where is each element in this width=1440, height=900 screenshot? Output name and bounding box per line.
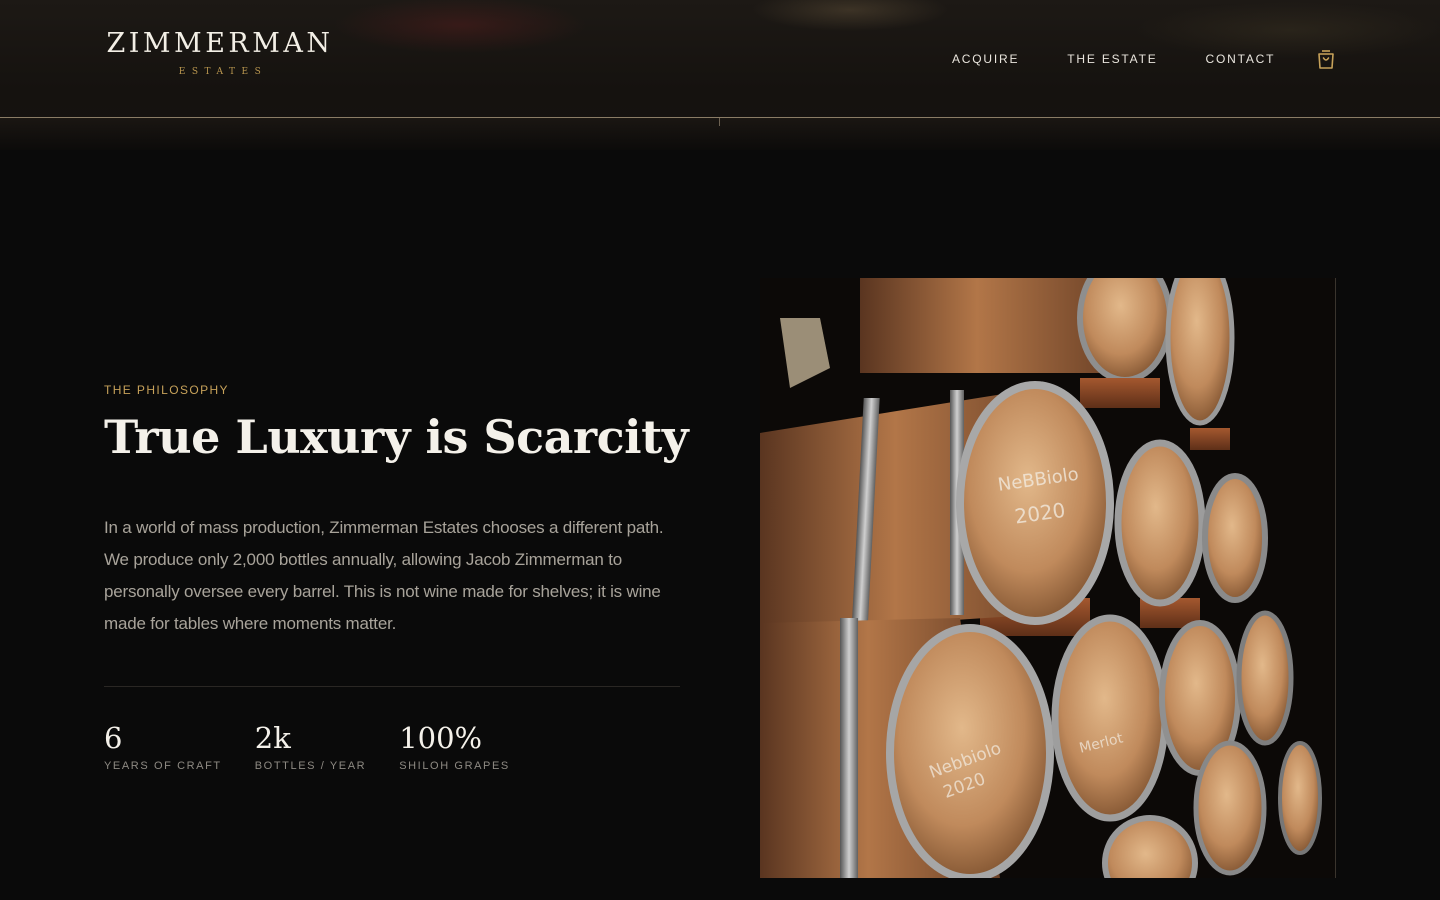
section-divider xyxy=(104,686,680,687)
stats-row: 6 YEARS OF CRAFT 2k BOTTLES / YEAR 100% … xyxy=(104,718,543,772)
stat-years: 6 YEARS OF CRAFT xyxy=(104,718,222,772)
brand-name: ZIMMERMAN xyxy=(106,28,334,59)
section-eyebrow: THE PHILOSOPHY xyxy=(104,383,229,397)
header-tick xyxy=(719,118,720,126)
stat-label: BOTTLES / YEAR xyxy=(254,760,367,772)
nav-acquire[interactable]: ACQUIRE xyxy=(952,52,1019,66)
nav-the-estate[interactable]: THE ESTATE xyxy=(1067,52,1157,66)
wine-barrels-image: NeBBiolo 2020 Nebbiolo 2020 Merlot xyxy=(760,278,1336,878)
header-band xyxy=(0,118,1440,150)
shopping-bag-icon[interactable] xyxy=(1317,49,1335,69)
stat-bottles: 2k BOTTLES / YEAR xyxy=(255,718,366,772)
stat-value: 2k xyxy=(254,721,291,755)
brand-subtitle: ESTATES xyxy=(178,67,268,77)
header-divider xyxy=(0,117,1440,118)
section-title: True Luxury is Scarcity xyxy=(104,410,689,464)
stat-grapes: 100% SHILOH GRAPES xyxy=(399,718,510,772)
stat-label: YEARS OF CRAFT xyxy=(104,760,222,772)
stat-label: SHILOH GRAPES xyxy=(399,760,510,772)
main-nav: ACQUIRE THE ESTATE CONTACT xyxy=(952,52,1323,66)
nav-contact[interactable]: CONTACT xyxy=(1206,52,1276,66)
site-header: ZIMMERMAN ESTATES ACQUIRE THE ESTATE CON… xyxy=(0,0,1440,150)
stat-value: 6 xyxy=(104,721,123,755)
stat-value: 100% xyxy=(399,721,483,755)
brand-logo[interactable]: ZIMMERMAN ESTATES xyxy=(104,28,336,77)
section-body: In a world of mass production, Zimmerman… xyxy=(104,518,664,633)
